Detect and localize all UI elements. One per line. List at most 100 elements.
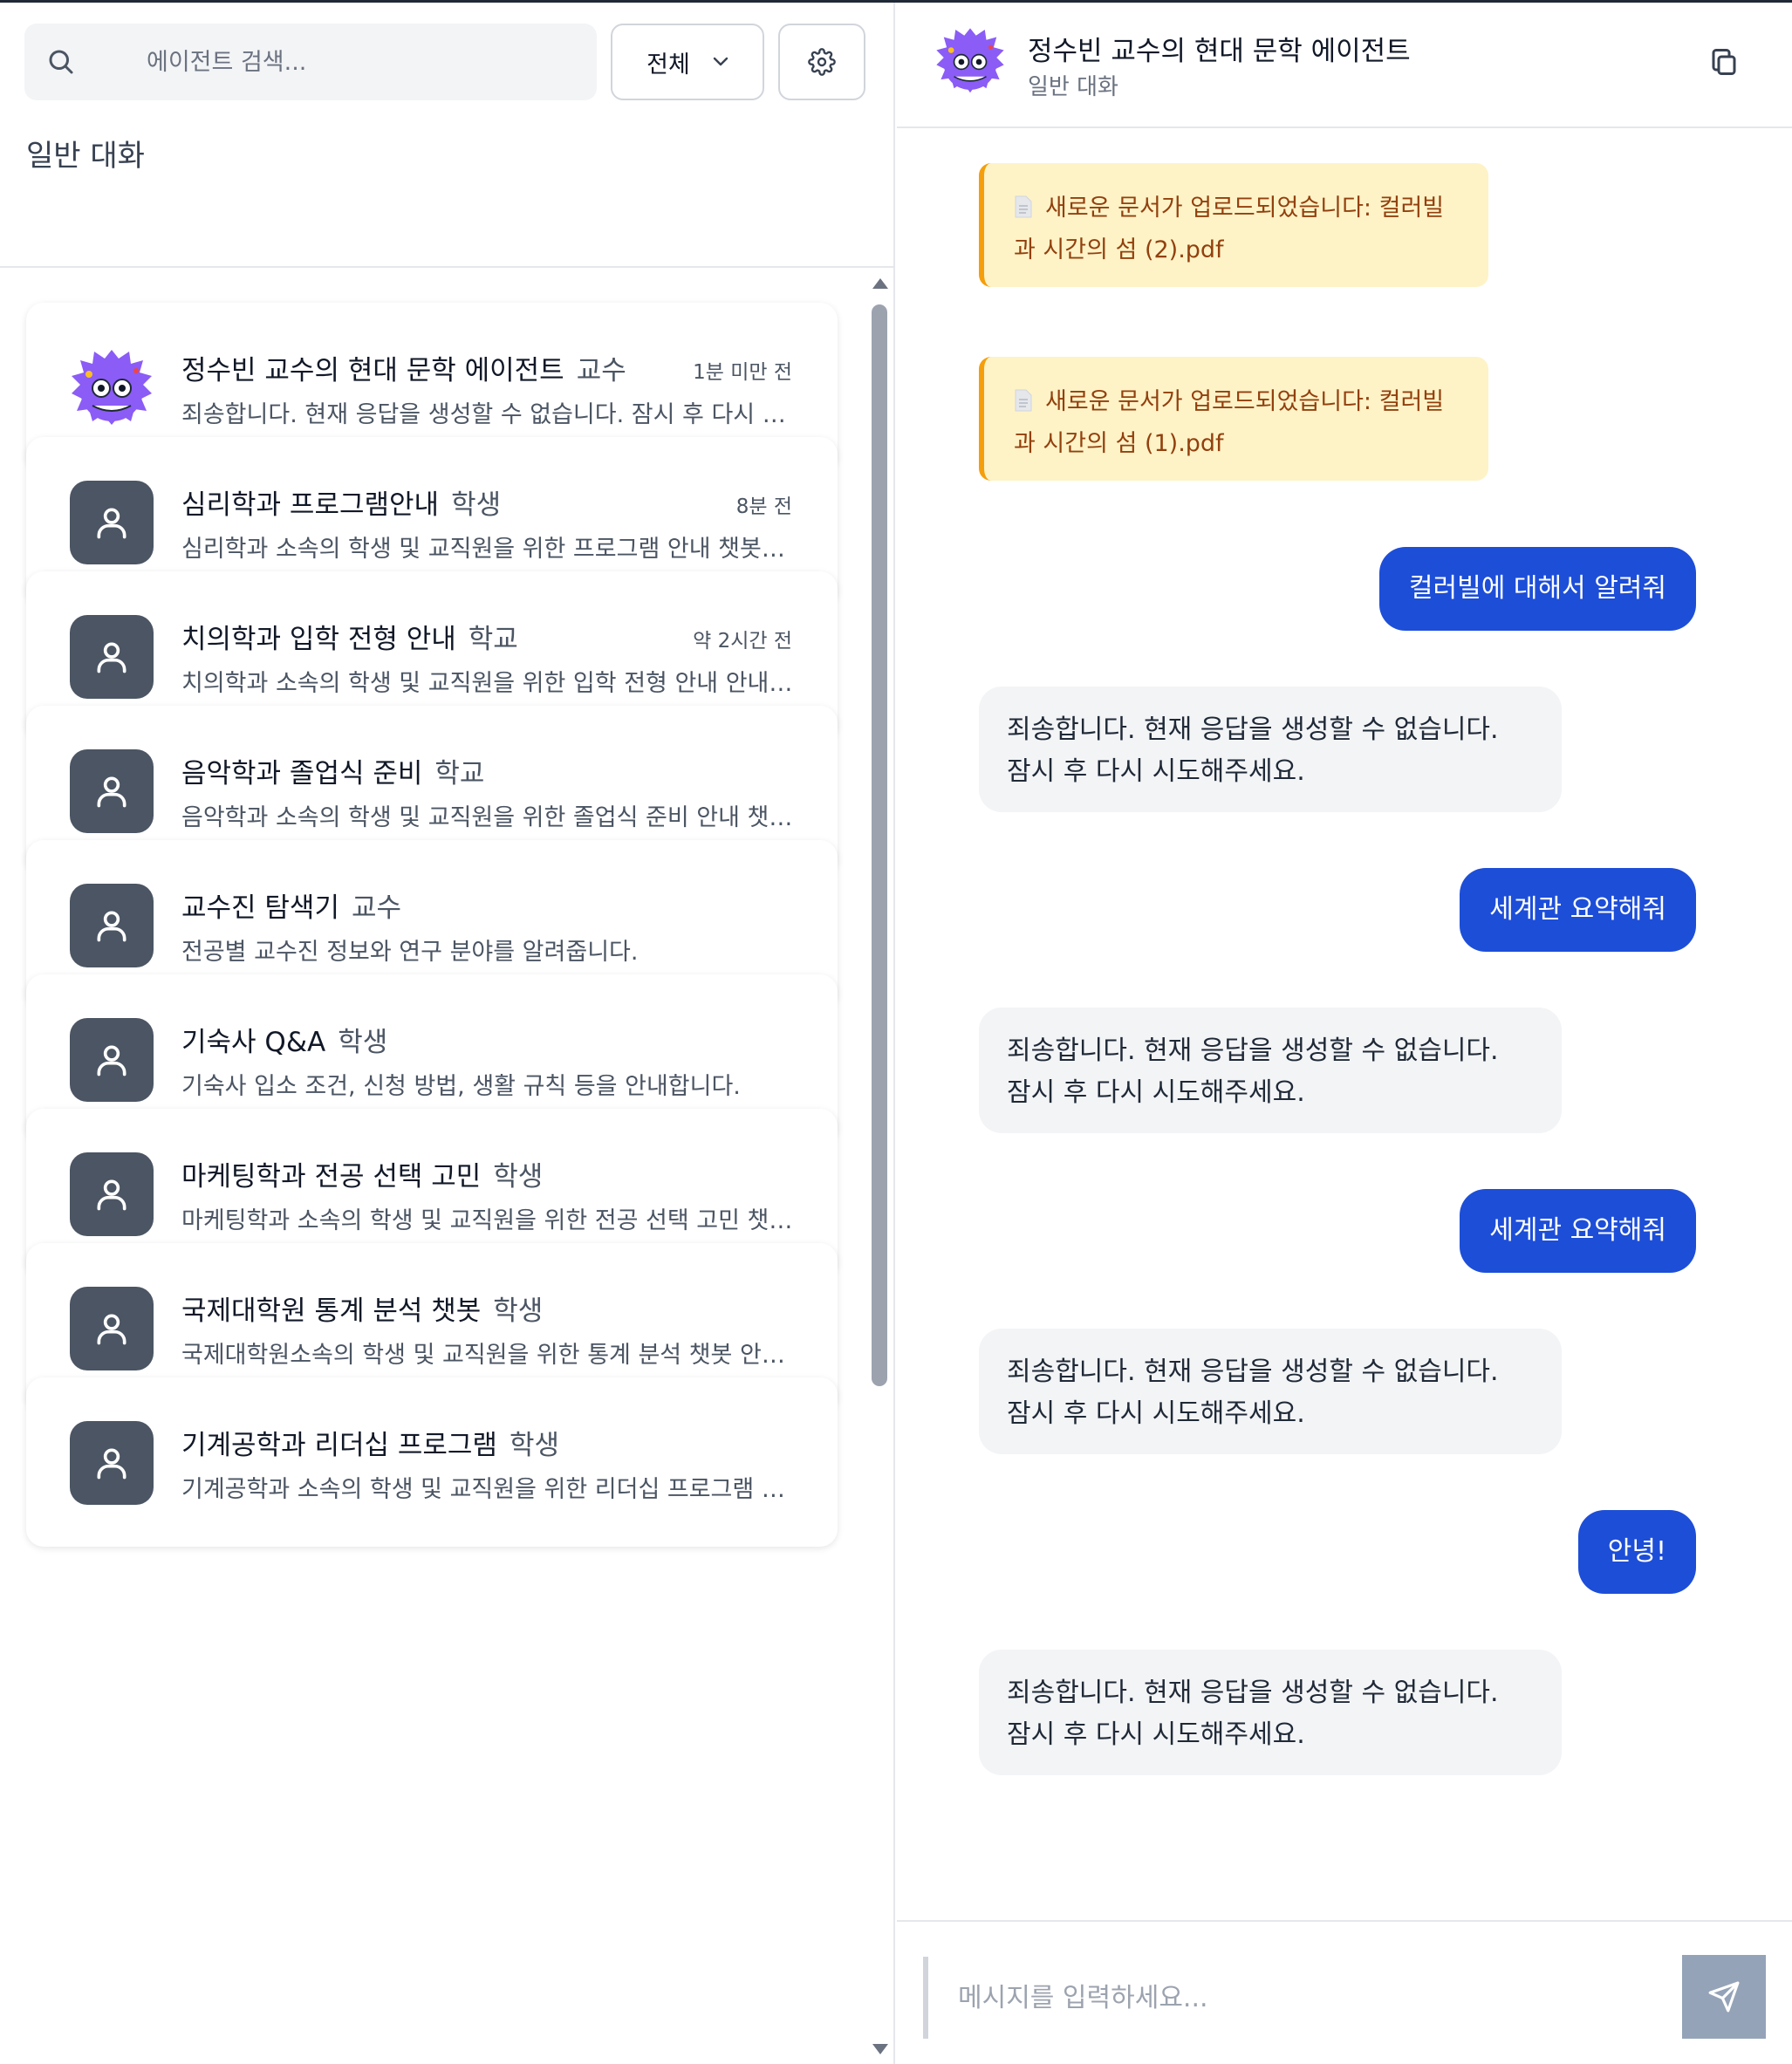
agent-description: 음악학과 소속의 학생 및 교직원을 위한 졸업식 준비 안내 챗봇입니다. (181, 804, 797, 831)
gear-icon (808, 48, 836, 76)
document-icon (1015, 389, 1032, 412)
avatar (70, 615, 154, 699)
notice-filename: 과 시간의 섬 (1).pdf (1014, 430, 1224, 457)
notice-filename: 과 시간의 섬 (2).pdf (1014, 236, 1224, 263)
bot-message-line: 죄송합니다. 현재 응답을 생성할 수 없습니다. (1007, 1357, 1499, 1387)
bot-message-line: 잠시 후 다시 시도해주세요. (1007, 1719, 1305, 1750)
agent-title: 치의학과 입학 전형 안내 학교 (181, 617, 518, 656)
agent-role: 학교 (434, 758, 485, 789)
agent-title: 마케팅학과 전공 선택 고민 학생 (181, 1154, 543, 1193)
agent-name: 심리학과 프로그램안내 (181, 489, 440, 521)
filter-dropdown[interactable]: 전체 (611, 24, 764, 100)
agent-title: 국제대학원 통계 분석 챗봇 학생 (181, 1288, 543, 1328)
bot-message-line: 잠시 후 다시 시도해주세요. (1007, 1398, 1305, 1429)
user-icon (97, 776, 127, 808)
send-button[interactable] (1682, 1955, 1766, 2039)
bot-message-line: 죄송합니다. 현재 응답을 생성할 수 없습니다. (1007, 1678, 1499, 1708)
monster-avatar-icon (72, 350, 152, 425)
bot-message-line: 죄송합니다. 현재 응답을 생성할 수 없습니다. (1007, 714, 1499, 745)
user-icon (97, 642, 127, 673)
user-icon (97, 1045, 127, 1076)
input-indicator (923, 1957, 928, 2039)
agent-name: 정수빈 교수의 현대 문학 에이전트 (181, 355, 564, 386)
chevron-down-icon (713, 57, 728, 66)
agent-description: 심리학과 소속의 학생 및 교직원을 위한 프로그램 안내 챗봇입니다. (181, 536, 797, 563)
user-icon (97, 1314, 127, 1345)
agent-time: 1분 미만 전 (693, 361, 792, 384)
agent-time: 약 2시간 전 (693, 630, 792, 653)
scroll-up-arrow-icon[interactable] (872, 278, 888, 289)
monster-avatar-icon (936, 28, 1004, 93)
filter-label: 전체 (646, 51, 690, 79)
chat-header: 정수빈 교수의 현대 문학 에이전트 일반 대화 (897, 3, 1792, 128)
user-message: 세계관 요약해줘 (1460, 868, 1696, 952)
agent-role: 학생 (493, 1295, 544, 1327)
agent-role: 학생 (451, 489, 502, 521)
notice-line: 새로운 문서가 업로드되었습니다: 컬러빌 (1014, 188, 1459, 229)
avatar (70, 481, 154, 564)
upload-notice: 새로운 문서가 업로드되었습니다: 컬러빌 과 시간의 섬 (1).pdf (979, 357, 1488, 481)
bot-message-line: 잠시 후 다시 시도해주세요. (1007, 756, 1305, 787)
agent-name: 교수진 탐색기 (181, 892, 339, 924)
message-composer (897, 1920, 1792, 2064)
agent-name: 음악학과 졸업식 준비 (181, 758, 423, 789)
section-title: 일반 대화 (26, 139, 145, 174)
agent-description: 죄송합니다. 현재 응답을 생성할 수 없습니다. 잠시 후 다시 시도해주세요… (181, 401, 797, 428)
avatar (70, 1287, 154, 1370)
notice-text: 새로운 문서가 업로드되었습니다: 컬러빌 (1045, 388, 1445, 415)
agent-name: 마케팅학과 전공 선택 고민 (181, 1161, 482, 1193)
notice-text: 새로운 문서가 업로드되었습니다: 컬러빌 (1045, 195, 1445, 222)
agent-description: 국제대학원소속의 학생 및 교직원을 위한 통계 분석 챗봇 안내입니다. (181, 1342, 797, 1369)
avatar (70, 1152, 154, 1236)
chat-subtitle: 일반 대화 (1028, 74, 1118, 100)
chat-panel: 정수빈 교수의 현대 문학 에이전트 일반 대화 새로운 문서가 업로드되었습니… (897, 3, 1792, 2064)
user-icon (97, 508, 127, 539)
settings-button[interactable] (778, 24, 865, 100)
user-icon (97, 911, 127, 942)
agent-role: 학생 (509, 1430, 559, 1461)
bot-message-line: 잠시 후 다시 시도해주세요. (1007, 1077, 1305, 1108)
agent-title: 기숙사 Q&A 학생 (181, 1020, 387, 1059)
search-icon (49, 50, 73, 74)
user-message: 컬러빌에 대해서 알려줘 (1378, 547, 1696, 631)
agent-role: 교수 (576, 355, 626, 386)
bot-message: 죄송합니다. 현재 응답을 생성할 수 없습니다. 잠시 후 다시 시도해주세요… (979, 687, 1562, 812)
agent-time: 8분 전 (735, 495, 792, 518)
notice-line: 새로운 문서가 업로드되었습니다: 컬러빌 (1014, 381, 1459, 423)
agent-description: 기계공학과 소속의 학생 및 교직원을 위한 리더십 프로그램 안내입니다. (181, 1476, 797, 1503)
send-icon (1708, 1981, 1740, 2013)
scroll-down-arrow-icon[interactable] (872, 2044, 888, 2054)
avatar (70, 1421, 154, 1505)
bot-message-line: 죄송합니다. 현재 응답을 생성할 수 없습니다. (1007, 1035, 1499, 1066)
scroll-thumb[interactable] (872, 304, 887, 1386)
agent-description: 치의학과 소속의 학생 및 교직원을 위한 입학 전형 안내 안내입니다. (181, 670, 797, 697)
bot-message: 죄송합니다. 현재 응답을 생성할 수 없습니다. 잠시 후 다시 시도해주세요… (979, 1650, 1562, 1775)
search-input[interactable] (147, 24, 583, 100)
copy-icon[interactable] (1708, 46, 1740, 78)
message-list: 새로운 문서가 업로드되었습니다: 컬러빌 과 시간의 섬 (2).pdf 새로… (897, 130, 1792, 1920)
avatar (70, 1018, 154, 1102)
agent-title: 음악학과 졸업식 준비 학교 (181, 751, 484, 790)
agent-card[interactable]: 기계공학과 리더십 프로그램 학생 기계공학과 소속의 학생 및 교직원을 위한 … (26, 1377, 838, 1547)
avatar (70, 884, 154, 967)
agent-list: 정수빈 교수의 현대 문학 에이전트 교수 1분 미만 전 죄송합니다. 현재 응… (0, 268, 872, 2064)
agent-name: 치의학과 입학 전형 안내 (181, 624, 456, 655)
agent-title: 교수진 탐색기 교수 (181, 885, 401, 925)
avatar (70, 749, 154, 833)
upload-notice: 새로운 문서가 업로드되었습니다: 컬러빌 과 시간의 섬 (2).pdf (979, 163, 1488, 287)
agent-description: 기숙사 입소 조건, 신청 방법, 생활 규칙 등을 안내합니다. (181, 1073, 741, 1100)
user-icon (97, 1448, 127, 1480)
agent-name: 국제대학원 통계 분석 챗봇 (181, 1295, 482, 1327)
scrollbar[interactable] (871, 273, 890, 2061)
agent-role: 학생 (338, 1027, 388, 1058)
agent-role: 교수 (351, 892, 402, 924)
sidebar-toolbar: 전체 (24, 24, 865, 100)
message-input[interactable] (958, 1957, 1656, 2039)
agent-description: 전공별 교수진 정보와 연구 분야를 알려줍니다. (181, 939, 639, 966)
agent-title: 정수빈 교수의 현대 문학 에이전트 교수 (181, 348, 626, 387)
agent-title: 기계공학과 리더십 프로그램 학생 (181, 1423, 559, 1462)
search-box[interactable] (24, 24, 597, 100)
agent-name: 기계공학과 리더십 프로그램 (181, 1430, 497, 1461)
chat-title: 정수빈 교수의 현대 문학 에이전트 (1028, 36, 1411, 67)
agent-name: 기숙사 Q&A (181, 1027, 326, 1058)
